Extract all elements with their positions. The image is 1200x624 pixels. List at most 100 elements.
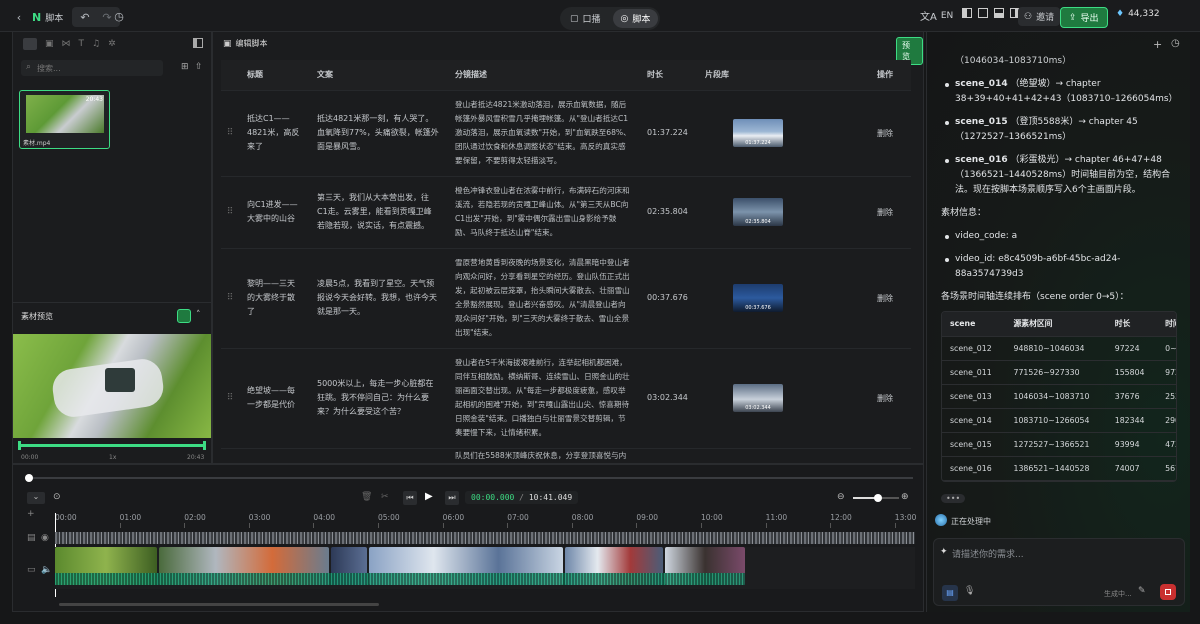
processing-status: 正在处理中 — [951, 517, 991, 526]
preview-video[interactable] — [13, 334, 211, 438]
delete-button[interactable]: 删除 — [877, 176, 911, 249]
clip-thumbnail[interactable]: 01:37.224 — [733, 119, 783, 147]
drag-handle-icon[interactable]: ⠿ — [221, 348, 239, 449]
clip-thumbnail[interactable]: 03:02.344 — [733, 384, 783, 412]
drag-handle-icon[interactable] — [221, 448, 239, 464]
clip-thumbnail[interactable]: 02:35.804 — [733, 198, 783, 226]
history-icon[interactable]: ◷ — [110, 7, 128, 25]
chat-input[interactable]: 请描述你的需求... — [952, 547, 1024, 560]
preview-speed[interactable]: 1x — [109, 454, 116, 461]
row-copy[interactable]: 凌晨5点，我看到了星空。天气预报说今天会好转。我想，也许今天就是那一天。 — [309, 248, 447, 349]
export-icon: ⇪ — [1069, 12, 1077, 23]
row-description[interactable]: 登山者在5千米海拔艰难前行，连举起相机都困难，同伴互相鼓励。横纳斯哥、连续雪山、… — [447, 348, 639, 449]
timeline-scrollbar[interactable] — [59, 603, 379, 606]
eye-icon[interactable]: ◉ — [41, 533, 49, 543]
tab-voiceover[interactable]: ▢ 口播 — [562, 9, 609, 28]
audio-waveform-track[interactable] — [55, 532, 915, 544]
track-menu-button[interactable]: ⌄ — [27, 492, 45, 504]
text-tab-icon[interactable]: T — [79, 39, 85, 49]
row-title[interactable]: 抵达C1——4821米，高反来了 — [239, 90, 309, 177]
split-icon[interactable]: ✂ — [381, 492, 389, 502]
media-clip-card[interactable]: 20:43 素材.mp4 — [19, 90, 110, 149]
drag-handle-icon[interactable]: ⠿ — [221, 90, 239, 177]
effects-tab-icon[interactable]: ✲ — [108, 39, 116, 49]
image-tab-icon[interactable]: ▣ — [45, 39, 54, 49]
history-icon[interactable]: ◷ — [1171, 38, 1180, 49]
zoom-slider-knob[interactable] — [874, 494, 883, 502]
delete-button[interactable]: 删除 — [877, 248, 911, 349]
row-description[interactable]: 橙色冲锋衣登山者在浓雾中前行，布满碎石的河床和溪流，若隐若现的贡嘎卫峰山体。从"… — [447, 176, 639, 249]
magnet-icon[interactable]: ⊙ — [53, 492, 61, 502]
play-icon[interactable]: ▶ — [425, 491, 433, 502]
ruler-tick-label: 12:00 — [830, 513, 852, 522]
table-row: ⠿ 黎明——三天的大雾终于散了 凌晨5点，我看到了星空。天气预报说今天会好转。我… — [221, 248, 911, 349]
preview-scrubber[interactable] — [19, 444, 205, 447]
grid-view-icon[interactable]: ⊞ — [181, 62, 189, 72]
global-scrubber[interactable] — [25, 477, 913, 479]
mute-icon[interactable]: 🔈 — [41, 565, 52, 575]
row-title[interactable]: 黎明——三天的大雾终于散了 — [239, 248, 309, 349]
generating-status: 生成中... — [1104, 590, 1132, 598]
add-track-icon[interactable]: + — [27, 509, 35, 519]
search-input[interactable] — [37, 62, 157, 74]
row-description[interactable]: 登山者抵达4821米激动落泪，展示血氧数据，随后帐篷外暴风雪积雪几乎掩埋帐篷。从… — [447, 90, 639, 177]
scrubber-end-handle[interactable] — [203, 441, 206, 450]
ruler-tick — [313, 523, 315, 528]
global-scrubber-handle[interactable] — [25, 474, 33, 482]
layout-split-icon[interactable] — [978, 8, 988, 18]
clip-thumbnail[interactable]: 00:37.676 — [733, 284, 783, 312]
zoom-out-icon[interactable]: ⊖ — [837, 492, 845, 502]
chevron-left-icon[interactable]: ‹ — [10, 8, 28, 26]
collapse-panel-icon[interactable] — [193, 38, 203, 48]
language-toggle[interactable]: EN — [941, 11, 953, 21]
more-icon[interactable]: ••• — [941, 494, 966, 503]
audio-tab-icon[interactable]: ♫ — [92, 39, 100, 49]
row-copy[interactable]: 5000米以上，每走一步心脏都在狂跳。我不停问自己：为什么要来？为什么要受这个苦… — [309, 348, 447, 449]
translate-icon[interactable]: 文A — [920, 8, 937, 23]
drag-handle-icon[interactable]: ⠿ — [221, 248, 239, 349]
credits-count: 44,332 — [1128, 9, 1160, 19]
export-button[interactable]: ⇪ 导出 — [1060, 7, 1108, 28]
row-copy[interactable]: 第三天，我们从大本营出发，往C1走。云雾里，能看到贡嘎卫峰若隐若现，说实话，有点… — [309, 176, 447, 249]
skip-back-icon[interactable]: ⏮ — [403, 491, 417, 505]
row-title[interactable] — [239, 448, 309, 464]
undo-icon[interactable]: ↶ — [76, 8, 94, 26]
row-description[interactable]: 队员们在5588米顶峰庆祝休息，分享登顶喜悦与内 — [447, 448, 639, 464]
row-copy[interactable] — [309, 448, 447, 464]
audio-track-icon: ▤ — [27, 533, 36, 543]
preview-toggle-button[interactable] — [177, 309, 191, 323]
new-chat-icon[interactable]: + — [1153, 38, 1162, 51]
chevron-up-icon[interactable]: ˄ — [196, 310, 201, 320]
row-duration: 03:02.344 — [639, 348, 697, 449]
media-tab-icon[interactable] — [23, 38, 37, 50]
attach-file-icon[interactable]: ▤ — [942, 585, 958, 601]
row-title[interactable]: 绝望坡——每一步都是代价 — [239, 348, 309, 449]
table-row: scene_011771526~92733015580497224~25302 — [942, 360, 1176, 385]
skip-forward-icon[interactable]: ⏭ — [445, 491, 459, 505]
video-track[interactable] — [55, 547, 915, 589]
drag-handle-icon[interactable]: ⠿ — [221, 176, 239, 249]
magic-wand-icon[interactable]: ✎ — [1138, 586, 1146, 596]
delete-icon[interactable]: 🗑 — [361, 492, 372, 502]
upload-icon[interactable]: ⇧ — [195, 62, 203, 72]
chat-messages: （1046034–1083710ms） scene_014 （绝望坡）→ cha… — [941, 54, 1177, 524]
scrubber-start-handle[interactable] — [18, 441, 21, 450]
ruler-tick-label: 10:00 — [701, 513, 723, 522]
tab-script[interactable]: ◎ 脚本 — [612, 9, 659, 28]
delete-button[interactable]: 删除 — [877, 348, 911, 449]
voiceover-icon: ▢ — [570, 13, 579, 24]
row-duration: 02:35.804 — [639, 176, 697, 249]
transition-tab-icon[interactable]: ⋈ — [62, 39, 71, 49]
layout-left-icon[interactable] — [962, 8, 972, 18]
microphone-icon[interactable]: 🎙 — [964, 586, 975, 596]
invite-button[interactable]: ⚇ 邀请 — [1018, 7, 1061, 26]
row-description[interactable]: 雪原营地黄昏到夜晚的场景变化，清晨黑暗中登山者向观众问好，分享看到星空的经历。登… — [447, 248, 639, 349]
row-title[interactable]: 向C1进发——大雾中的山谷 — [239, 176, 309, 249]
layout-bottom-icon[interactable] — [994, 8, 1004, 18]
add-user-icon: ⚇ — [1024, 11, 1033, 22]
delete-button[interactable]: 删除 — [877, 90, 911, 177]
zoom-in-icon[interactable]: ⊕ — [901, 492, 909, 502]
stop-button[interactable] — [1160, 584, 1176, 600]
col-header-title: 标题 — [239, 60, 309, 91]
row-copy[interactable]: 抵达4821米那一刻，有人哭了。血氧降到77%，头痛欲裂，帐篷外面是暴风雪。 — [309, 90, 447, 177]
